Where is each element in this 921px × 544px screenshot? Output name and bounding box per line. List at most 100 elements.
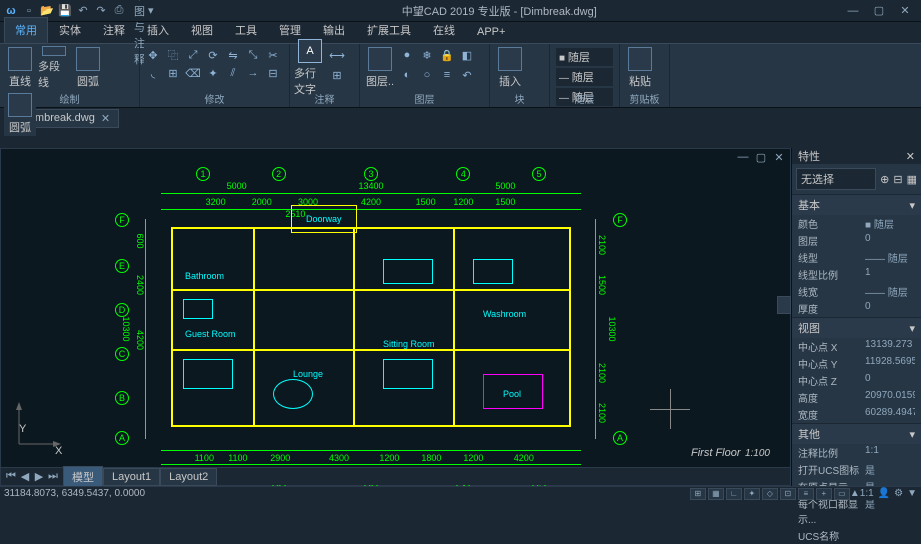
extend-icon[interactable]: → [244,64,262,82]
app-icon[interactable]: ω [4,4,18,18]
polar-toggle[interactable]: ✦ [744,488,760,500]
tab-app[interactable]: APP+ [466,21,516,43]
config-icon[interactable]: ⚙ [894,488,903,499]
ortho-toggle[interactable]: ∟ [726,488,742,500]
layer-match-icon[interactable]: ≡ [438,66,456,84]
open-icon[interactable]: 📂 [40,4,54,18]
undo-icon[interactable]: ↶ [76,4,90,18]
prop-key: 线型 [798,250,865,265]
polyline-button[interactable]: 多段线 [38,46,70,90]
expand-icon[interactable]: ▼ [907,488,917,499]
props-close-icon[interactable]: ✕ [906,150,915,163]
table-icon[interactable]: ⊞ [328,66,346,84]
layer-color-icon[interactable]: ◧ [458,46,476,64]
palette-handle[interactable] [777,296,791,314]
props-group-header[interactable]: 基本▾ [792,195,921,215]
minimize-icon[interactable]: — [841,3,865,19]
save-icon[interactable]: 💾 [58,4,72,18]
layer-freeze-icon[interactable]: ❄ [418,46,436,64]
tab-express[interactable]: 扩展工具 [356,17,422,43]
workspace-dropdown[interactable]: 二维草图与注释 ▾ [130,4,158,18]
copy-icon[interactable]: ⿻ [164,46,182,64]
lwt-toggle[interactable]: ≡ [798,488,814,500]
mtext-button[interactable]: A多行文字 [294,46,326,90]
ribbon-tab-strip: 常用 实体 注释 插入 视图 工具 管理 输出 扩展工具 在线 APP+ [0,22,921,44]
next-icon[interactable]: ▶ [33,470,45,483]
drawing-canvas[interactable]: 1 2 3 4 5 5000 13400 5000 3200 2000 3000… [1,149,790,485]
offset-icon[interactable]: ⫽ [224,64,242,82]
dyn-toggle[interactable]: + [816,488,832,500]
fillet-icon[interactable]: ◟ [144,64,162,82]
tab-insert[interactable]: 插入 [136,17,180,43]
snap-toggle[interactable]: ⊞ [690,488,706,500]
new-icon[interactable]: ▫ [22,4,36,18]
layer-button[interactable]: 图层.. [364,46,396,90]
prev-icon[interactable]: ◀ [19,470,31,483]
props-group-header[interactable]: 视图▾ [792,318,921,338]
prop-key: 厚度 [798,301,865,316]
otrack-toggle[interactable]: ⊡ [780,488,796,500]
stretch-icon[interactable]: ⤢ [184,46,202,64]
layer-off-icon[interactable]: ○ [418,66,436,84]
mirror-icon[interactable]: ⇋ [224,46,242,64]
explode-icon[interactable]: ✦ [204,64,222,82]
layer-lock-icon[interactable]: 🔒 [438,46,456,64]
trim-icon[interactable]: ✂ [264,46,282,64]
props-row[interactable]: 线宽—— 随层 [792,283,921,300]
array-icon[interactable]: ⊞ [164,64,182,82]
line-button[interactable]: 直线 [4,46,36,90]
insert-button[interactable]: 插入 [494,46,526,90]
rotate-icon[interactable]: ⟳ [204,46,222,64]
user-icon[interactable]: 👤 [878,488,890,499]
break-icon[interactable]: ⊟ [264,64,282,82]
quickselect-icon[interactable]: ⊕ [880,173,889,186]
props-row[interactable]: 注释比例1:1 [792,444,921,461]
props-row[interactable]: UCS名称 [792,527,921,544]
props-row[interactable]: 中心点 X13139.273 [792,338,921,355]
layer-prev-icon[interactable]: ↶ [458,66,476,84]
model-toggle[interactable]: ▭ [834,488,850,500]
tab-solid[interactable]: 实体 [48,17,92,43]
props-row[interactable]: 高度20970.0159 [792,389,921,406]
move-icon[interactable]: ✥ [144,46,162,64]
close-icon[interactable]: ✕ [893,3,917,19]
props-row[interactable]: 打开UCS图标是 [792,461,921,478]
props-row[interactable]: 图层0 [792,232,921,249]
selection-dropdown[interactable]: 无选择 [796,168,876,190]
props-group-header[interactable]: 其他▾ [792,424,921,444]
props-row[interactable]: 厚度0 [792,300,921,317]
print-icon[interactable]: ⎙ [112,4,126,18]
first-icon[interactable]: ⏮ [5,470,17,483]
layout-1[interactable]: Layout1 [103,468,160,486]
dim-icon[interactable]: ⟷ [328,46,346,64]
props-row[interactable]: 中心点 Y11928.5695 [792,355,921,372]
grid-toggle[interactable]: ▦ [708,488,724,500]
props-row[interactable]: 线型—— 随层 [792,249,921,266]
tab-annotate[interactable]: 注释 [92,17,136,43]
redo-icon[interactable]: ↷ [94,4,108,18]
erase-icon[interactable]: ⌫ [184,64,202,82]
layer-iso-icon[interactable]: ◐ [398,66,416,84]
tab-home[interactable]: 常用 [4,17,48,43]
props-row[interactable]: 线型比例1 [792,266,921,283]
props-row[interactable]: 中心点 Z0 [792,372,921,389]
layer-on-icon[interactable]: ● [398,46,416,64]
pickadd-icon[interactable]: ⊟ [893,173,902,186]
tab-tools[interactable]: 工具 [224,17,268,43]
layout-model[interactable]: 模型 [63,466,103,488]
props-row[interactable]: 宽度60289.4947 [792,406,921,423]
bylayer-lineweight[interactable]: — 随层 [556,68,613,86]
osnap-toggle[interactable]: ◇ [762,488,778,500]
arc-button[interactable]: 圆弧 [72,46,104,90]
bylayer-color[interactable]: ■ 随层 [556,48,613,66]
tab-view[interactable]: 视图 [180,17,224,43]
scale-icon[interactable]: ⤡ [244,46,262,64]
props-row[interactable]: 颜色■ 随层 [792,215,921,232]
annoscale[interactable]: ▲1:1 [850,488,874,499]
layout-2[interactable]: Layout2 [160,468,217,486]
tab-online[interactable]: 在线 [422,17,466,43]
last-icon[interactable]: ⏭ [47,470,59,483]
select-icon[interactable]: ▦ [907,173,917,186]
paste-button[interactable]: 粘贴 [624,46,656,90]
maximize-icon[interactable]: ▢ [867,3,891,19]
